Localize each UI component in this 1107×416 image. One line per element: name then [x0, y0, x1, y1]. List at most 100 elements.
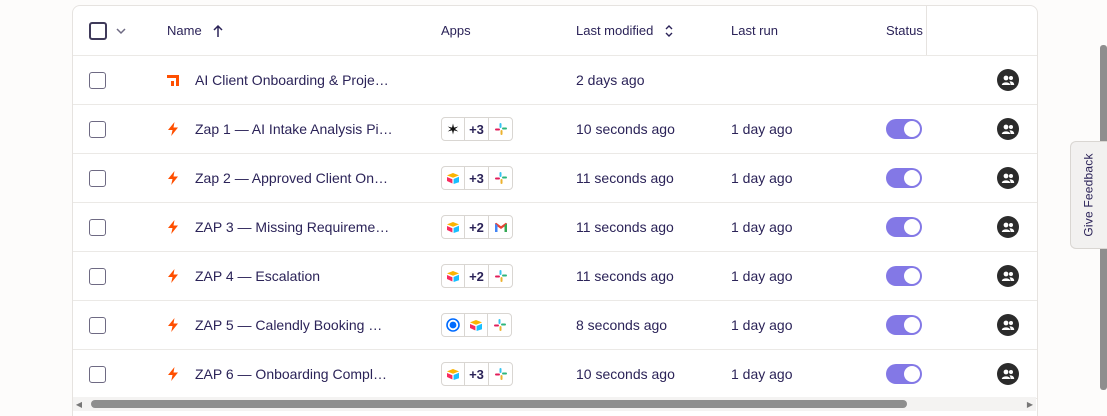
row-modified: 10 seconds ago [576, 366, 675, 382]
slack-icon [489, 363, 512, 385]
more-apps-count: +3 [465, 167, 489, 189]
slack-icon [489, 118, 512, 140]
shared-users-avatar[interactable] [997, 314, 1019, 336]
column-divider [926, 6, 927, 55]
table-row[interactable]: ZAP 6 — Onboarding Complet... +3 10 seco… [73, 350, 1037, 399]
row-checkbox[interactable] [89, 120, 106, 138]
horizontal-scrollbar[interactable]: ◀ ▶ [73, 397, 1036, 411]
name-header-label: Name [167, 23, 202, 38]
status-toggle[interactable] [886, 217, 922, 237]
shared-users-avatar[interactable] [997, 265, 1019, 287]
zap-bolt-icon [168, 122, 178, 136]
row-name[interactable]: Zap 1 — AI Intake Analysis Pip... [165, 105, 393, 153]
row-checkbox[interactable] [89, 267, 106, 285]
sort-toggle-icon[interactable] [663, 24, 675, 38]
row-modified: 8 seconds ago [576, 317, 668, 333]
row-name-label: ZAP 5 — Calendly Booking → ... [195, 317, 393, 333]
app-icons-group[interactable]: +2 [441, 264, 513, 288]
apps-header-label: Apps [441, 23, 471, 38]
row-name[interactable]: ZAP 4 — Escalation [165, 252, 393, 300]
more-apps-count: +2 [465, 216, 489, 238]
row-modified: 2 days ago [576, 72, 645, 88]
row-checkbox[interactable] [89, 365, 106, 383]
row-modified: 10 seconds ago [576, 121, 675, 137]
app-icons-group[interactable]: +3 [441, 117, 513, 141]
name-column-header[interactable]: Name [167, 6, 224, 55]
people-icon [1001, 320, 1015, 330]
shared-users-avatar[interactable] [997, 118, 1019, 140]
row-modified: 11 seconds ago [576, 268, 674, 284]
airtable-icon [442, 216, 465, 238]
table-row[interactable]: ZAP 3 — Missing Requirement... +2 11 sec… [73, 203, 1037, 252]
row-name[interactable]: Zap 2 — Approved Client Onbo... [165, 154, 393, 202]
row-last-run: 1 day ago [731, 317, 793, 333]
app-icons-group[interactable]: +2 [441, 215, 513, 239]
zaps-table: Name Apps Last modified Last run Status [72, 5, 1038, 416]
row-checkbox[interactable] [89, 169, 106, 187]
slack-icon [489, 167, 512, 189]
zap-bolt-icon [168, 367, 178, 381]
row-checkbox[interactable] [89, 71, 106, 89]
row-modified: 11 seconds ago [576, 219, 674, 235]
status-toggle[interactable] [886, 364, 922, 384]
row-name[interactable]: AI Client Onboarding & Project ... [165, 56, 393, 104]
table-row[interactable]: Zap 1 — AI Intake Analysis Pip... +3 10 … [73, 105, 1037, 154]
row-last-run: 1 day ago [731, 170, 793, 186]
scroll-left-arrow-icon[interactable]: ◀ [73, 397, 85, 411]
table-row[interactable]: ZAP 4 — Escalation +2 11 seconds ago 1 d… [73, 252, 1037, 301]
last-modified-column-header[interactable]: Last modified [576, 6, 675, 55]
apps-column-header: Apps [441, 6, 471, 55]
table-header: Name Apps Last modified Last run Status [73, 6, 1037, 56]
people-icon [1001, 124, 1015, 134]
zap-bolt-icon [168, 171, 178, 185]
select-all-checkbox[interactable] [89, 21, 107, 40]
zap-bolt-icon [168, 269, 178, 283]
horizontal-scrollbar-thumb[interactable] [91, 400, 907, 408]
row-name[interactable]: ZAP 6 — Onboarding Complet... [165, 350, 393, 398]
calendly-icon [442, 314, 465, 336]
row-name[interactable]: ZAP 3 — Missing Requirement... [165, 203, 393, 251]
sort-up-arrow-icon[interactable] [212, 24, 224, 38]
row-name-label: Zap 1 — AI Intake Analysis Pip... [195, 121, 393, 137]
app-icons-group[interactable]: +3 [441, 362, 513, 386]
people-icon [1001, 271, 1015, 281]
row-checkbox[interactable] [89, 218, 106, 236]
zap-bolt-icon [168, 318, 178, 332]
airtable-icon [442, 363, 465, 385]
select-all[interactable] [89, 6, 127, 55]
app-icons-group[interactable]: +3 [441, 166, 513, 190]
give-feedback-button[interactable]: Give Feedback [1070, 141, 1107, 249]
more-apps-count: +2 [465, 265, 489, 287]
row-last-run: 1 day ago [731, 121, 793, 137]
table-row[interactable]: ZAP 5 — Calendly Booking → ... 8 seconds… [73, 301, 1037, 350]
people-icon [1001, 369, 1015, 379]
slack-icon [488, 314, 511, 336]
table-row[interactable]: Zap 2 — Approved Client Onbo... +3 11 se… [73, 154, 1037, 203]
shared-users-avatar[interactable] [997, 69, 1019, 91]
status-toggle[interactable] [886, 168, 922, 188]
row-name[interactable]: ZAP 5 — Calendly Booking → ... [165, 301, 393, 349]
last-modified-header-label: Last modified [576, 23, 654, 38]
app-icons-group[interactable] [441, 313, 512, 337]
status-header-label: Status [886, 23, 923, 38]
status-toggle[interactable] [886, 315, 922, 335]
scroll-right-arrow-icon[interactable]: ▶ [1024, 397, 1036, 411]
row-checkbox[interactable] [89, 316, 106, 334]
table-row[interactable]: AI Client Onboarding & Project ... 2 day… [73, 56, 1037, 105]
people-icon [1001, 222, 1015, 232]
airtable-icon [442, 265, 465, 287]
row-name-label: AI Client Onboarding & Project ... [195, 72, 393, 88]
shared-users-avatar[interactable] [997, 363, 1019, 385]
last-run-header-label: Last run [731, 23, 778, 38]
chevron-down-icon[interactable] [115, 25, 127, 37]
status-toggle[interactable] [886, 266, 922, 286]
shared-users-avatar[interactable] [997, 167, 1019, 189]
row-last-run: 1 day ago [731, 366, 793, 382]
status-column-header[interactable]: Status [886, 6, 923, 55]
last-run-column-header[interactable]: Last run [731, 6, 778, 55]
shared-users-avatar[interactable] [997, 216, 1019, 238]
gmail-icon [489, 216, 512, 238]
row-name-label: ZAP 6 — Onboarding Complet... [195, 366, 393, 382]
people-icon [1001, 75, 1015, 85]
status-toggle[interactable] [886, 119, 922, 139]
